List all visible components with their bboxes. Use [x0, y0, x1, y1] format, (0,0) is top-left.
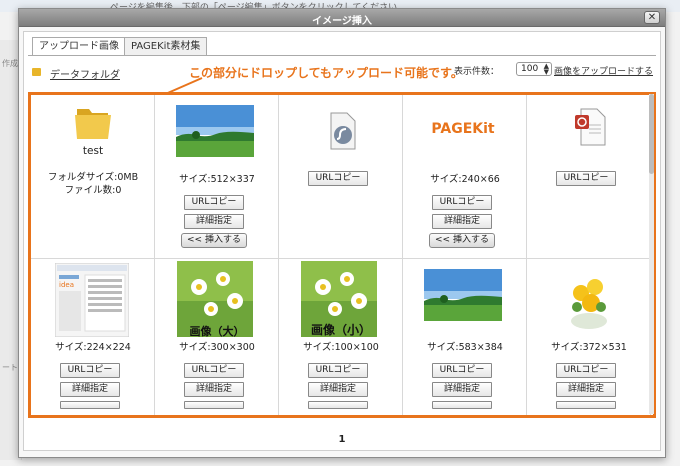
- url-copy-button[interactable]: URLコピー: [432, 363, 492, 378]
- count-select[interactable]: 100 ▲ ▼: [516, 62, 552, 76]
- image-size: サイズ:300×300: [179, 342, 255, 353]
- image-size: サイズ:224×224: [55, 342, 131, 353]
- image-insert-dialog: イメージ挿入 ✕ アップロード画像 PAGEKit素材集 データフォルダ この部…: [18, 8, 666, 458]
- background-side-text: 作成: [2, 59, 18, 68]
- file-count: ファイル数:0: [64, 185, 122, 196]
- insert-button[interactable]: [308, 401, 368, 409]
- url-copy-button[interactable]: URLコピー: [556, 171, 616, 186]
- url-copy-button[interactable]: URLコピー: [432, 195, 492, 210]
- detail-button[interactable]: 詳細指定: [556, 382, 616, 397]
- insert-button[interactable]: [432, 401, 492, 409]
- landscape-thumbnail: [176, 105, 254, 157]
- overlay-label: 画像（大）: [189, 325, 245, 338]
- tab-divider: [28, 55, 656, 56]
- detail-button[interactable]: 詳細指定: [60, 382, 120, 397]
- detail-button[interactable]: 詳細指定: [184, 214, 244, 229]
- url-copy-button[interactable]: URLコピー: [184, 363, 244, 378]
- dialog-title: イメージ挿入: [312, 16, 372, 27]
- url-copy-button[interactable]: URLコピー: [556, 363, 616, 378]
- folder-name: test: [82, 145, 104, 157]
- upload-image-link[interactable]: 画像をアップロードする: [554, 64, 653, 77]
- folder-icon: [32, 68, 41, 76]
- dialog-titlebar[interactable]: イメージ挿入 ✕: [19, 9, 665, 27]
- folder-icon: [75, 109, 111, 139]
- count-value: 100: [521, 64, 539, 74]
- image-size: サイズ:583×384: [427, 342, 503, 353]
- powerpoint-file-icon: [575, 108, 606, 146]
- insert-button[interactable]: << 挿入する: [429, 233, 495, 248]
- detail-button[interactable]: 詳細指定: [308, 382, 368, 397]
- count-label: 表示件数：: [454, 67, 500, 77]
- screenshot-logo: idea: [59, 281, 74, 289]
- dialog-content: アップロード画像 PAGEKit素材集 データフォルダ この部分にドロップしても…: [23, 31, 661, 451]
- tab-pagekit-materials[interactable]: PAGEKit素材集: [124, 37, 208, 55]
- pagekit-logo: PAGEKit: [424, 119, 502, 139]
- grid-cell-image[interactable]: PAGEKit サイズ:240×66 URLコピー 詳細指定 << 挿入する: [403, 95, 527, 259]
- overlay-label: 画像（小）: [310, 323, 371, 337]
- screenshot-thumbnail: idea: [55, 263, 129, 337]
- drop-annotation: この部分にドロップしてもアップロード可能です。: [189, 66, 463, 80]
- detail-button[interactable]: 詳細指定: [184, 382, 244, 397]
- url-copy-button[interactable]: URLコピー: [60, 363, 120, 378]
- close-icon[interactable]: ✕: [644, 11, 660, 24]
- tab-uploaded-images[interactable]: アップロード画像: [32, 37, 126, 56]
- insert-button[interactable]: [60, 401, 120, 409]
- insert-button[interactable]: << 挿入する: [181, 233, 247, 248]
- grid-cell-ppt[interactable]: URLコピー: [527, 95, 651, 259]
- page-number[interactable]: 1: [339, 434, 346, 445]
- detail-button[interactable]: 詳細指定: [432, 382, 492, 397]
- grid-cell-image[interactable]: idea サイズ:224×224 URLコピー 詳細指定: [31, 259, 155, 415]
- url-copy-button[interactable]: URLコピー: [308, 171, 368, 186]
- stepper-icon: ▲ ▼: [543, 62, 549, 76]
- background-side-text: ート: [2, 363, 18, 372]
- image-grid[interactable]: test フォルダサイズ:0MB ファイル数:0 サイズ:512×337 URL…: [28, 92, 656, 418]
- grid-cell-folder[interactable]: test フォルダサイズ:0MB ファイル数:0: [31, 95, 155, 259]
- logo-text: PAGEKit: [431, 121, 495, 137]
- grid-cell-flash[interactable]: URLコピー: [279, 95, 403, 259]
- pagination: 1: [24, 434, 660, 445]
- url-copy-button[interactable]: URLコピー: [184, 195, 244, 210]
- grid-cell-image[interactable]: 画像（大） サイズ:300×300 URLコピー 詳細指定: [155, 259, 279, 415]
- image-size: サイズ:100×100: [303, 342, 379, 353]
- landscape-thumbnail: [424, 269, 502, 321]
- yellow-flower-thumbnail: [565, 263, 613, 335]
- url-copy-button[interactable]: URLコピー: [308, 363, 368, 378]
- data-folder-link[interactable]: データフォルダ: [50, 66, 120, 81]
- grid-cell-image[interactable]: サイズ:583×384 URLコピー 詳細指定: [403, 259, 527, 415]
- image-size: サイズ:512×337: [179, 174, 255, 185]
- scrollbar-thumb[interactable]: [649, 94, 654, 174]
- image-size: サイズ:240×66: [430, 174, 500, 185]
- grid-cell-image[interactable]: サイズ:372×531 URLコピー 詳細指定: [527, 259, 651, 415]
- insert-button[interactable]: [556, 401, 616, 409]
- grid-cell-image[interactable]: サイズ:512×337 URLコピー 詳細指定 << 挿入する: [155, 95, 279, 259]
- flash-file-icon: [330, 112, 356, 150]
- insert-button[interactable]: [184, 401, 244, 409]
- folder-size: フォルダサイズ:0MB: [47, 172, 139, 183]
- grid-cell-image[interactable]: 画像（小） サイズ:100×100 URLコピー 詳細指定: [279, 259, 403, 415]
- detail-button[interactable]: 詳細指定: [432, 214, 492, 229]
- vertical-scrollbar[interactable]: [649, 94, 654, 414]
- image-size: サイズ:372×531: [551, 342, 627, 353]
